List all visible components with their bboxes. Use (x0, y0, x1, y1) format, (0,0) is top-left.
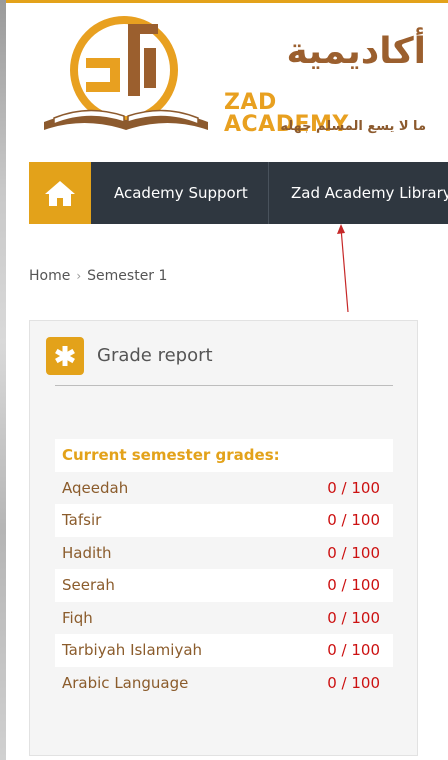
top-accent-bar (0, 0, 448, 3)
subject-name: Arabic Language (62, 673, 189, 692)
title-divider (55, 385, 393, 386)
asterisk-icon (46, 337, 84, 375)
current-semester-heading: Current semester grades: (62, 446, 280, 465)
table-row: Arabic Language 0 / 100 (55, 666, 393, 699)
annotation-arrow-icon (337, 224, 349, 313)
home-button[interactable] (29, 162, 91, 224)
logo-arabic-name: أكاديمية (286, 31, 426, 72)
table-row: Tarbiyah Islamiyah 0 / 100 (55, 634, 393, 667)
grade-report-title: Grade report (97, 345, 213, 366)
subject-score: 0 / 100 (327, 641, 380, 660)
table-row: Tafsir 0 / 100 (55, 504, 393, 537)
nav-item-academy-support[interactable]: Academy Support (114, 162, 248, 224)
subject-score: 0 / 100 (327, 673, 380, 692)
subject-name: Hadith (62, 543, 112, 562)
subject-name: Seerah (62, 576, 115, 595)
table-row: Aqeedah 0 / 100 (55, 471, 393, 504)
home-icon (45, 181, 75, 206)
main-navigation: Academy Support Zad Academy Library (29, 162, 448, 224)
nav-item-zad-academy-library[interactable]: Zad Academy Library (291, 162, 448, 224)
logo-emblem-icon (44, 16, 208, 130)
subject-name: Fiqh (62, 608, 93, 627)
breadcrumb-current: Semester 1 (87, 268, 168, 284)
breadcrumb-separator-icon: › (76, 269, 82, 283)
logo-tagline: ما لا يسع المسلم جهله (280, 119, 426, 134)
grades-header-row: Current semester grades: (55, 439, 393, 472)
nav-divider (268, 162, 269, 224)
subject-score: 0 / 100 (327, 511, 380, 530)
grades-table: Current semester grades: Aqeedah 0 / 100… (55, 439, 393, 699)
subject-name: Tarbiyah Islamiyah (62, 641, 203, 660)
grade-report-card: Grade report Current semester grades: Aq… (29, 320, 418, 756)
subject-name: Aqeedah (62, 478, 129, 497)
subject-name: Tafsir (62, 511, 102, 530)
subject-score: 0 / 100 (327, 576, 380, 595)
breadcrumb: Home › Semester 1 (29, 268, 167, 284)
table-row: Seerah 0 / 100 (55, 569, 393, 602)
background-edge (0, 0, 6, 760)
subject-score: 0 / 100 (327, 608, 380, 627)
table-row: Fiqh 0 / 100 (55, 601, 393, 634)
breadcrumb-home-link[interactable]: Home (29, 268, 70, 284)
table-row: Hadith 0 / 100 (55, 536, 393, 569)
subject-score: 0 / 100 (327, 478, 380, 497)
subject-score: 0 / 100 (327, 543, 380, 562)
site-logo[interactable]: أكاديمية ZAD ACADEMY ما لا يسع المسلم جه… (40, 14, 426, 140)
